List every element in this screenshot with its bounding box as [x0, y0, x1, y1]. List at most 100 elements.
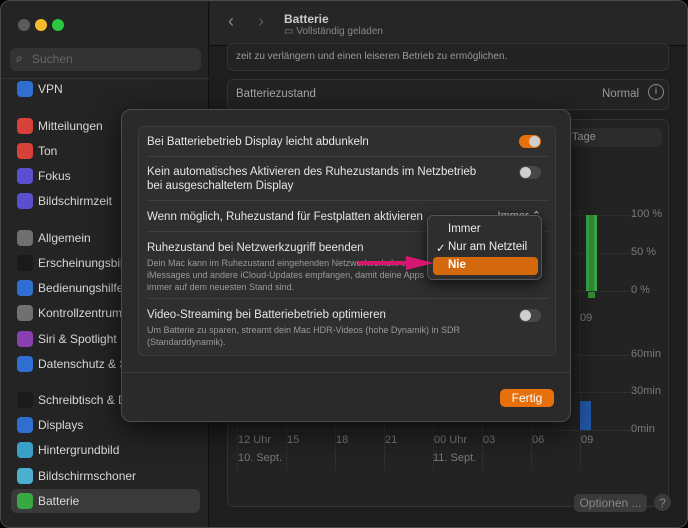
row-prevent-sleep: Kein automatisches Aktivieren des Ruhezu… [147, 157, 549, 201]
bell-icon [17, 118, 33, 134]
row-video-streaming: Video-Streaming bei Batteriebetrieb opti… [147, 299, 549, 357]
intro-text: zeit zu verlängern und einen leiseren Be… [236, 51, 508, 62]
minimize-button[interactable] [35, 19, 47, 31]
gridline [228, 430, 633, 431]
siri-icon [17, 331, 33, 347]
x-tick: 00 Uhr [434, 434, 468, 446]
help-button[interactable]: ? [654, 494, 671, 511]
sidebar-item-label: Displays [38, 418, 84, 432]
menu-label: Immer [448, 223, 481, 235]
menu-label: Nur am Netzteil [448, 241, 528, 253]
battery-health-card: Batteriezustand Normal i [227, 79, 669, 110]
health-value: Normal [602, 88, 640, 100]
sidebar-item-label: VPN [38, 82, 63, 96]
sidebar-item-label: Bedienungshilfen [38, 281, 131, 295]
vertical-gridline [580, 210, 581, 470]
sidebar-item-label: Mitteilungen [38, 119, 103, 133]
level-x-label: 09 [580, 312, 593, 324]
health-label: Batteriezustand [236, 88, 316, 100]
sidebar-item-vpn[interactable]: VPN [11, 77, 200, 101]
globe-icon [17, 81, 33, 97]
x-tick: 18 [336, 434, 349, 446]
dim-display-toggle[interactable] [519, 135, 541, 148]
toolbar: ‹ › Batterie ▭ Vollständig geladen [210, 1, 687, 46]
menu-item-immer[interactable]: Immer [433, 221, 538, 239]
segment-label: Tage [572, 131, 596, 143]
sidebar-item-label: Ton [38, 144, 58, 158]
battery-level-bar [588, 292, 595, 298]
x-tick: 06 [532, 434, 545, 446]
sidebar-item-label: Hintergrundbild [38, 443, 120, 457]
date-label: 11. Sept. [433, 452, 477, 464]
battery-status: Vollständig geladen [296, 26, 383, 37]
hand-icon [17, 356, 33, 372]
sidebar-item-hintergrundbild[interactable]: Hintergrundbild [11, 438, 200, 462]
close-button[interactable] [18, 19, 30, 31]
zoom-button[interactable] [52, 19, 64, 31]
toggles-icon [17, 305, 33, 321]
level-tick: 50 % [631, 246, 657, 258]
x-tick: 09 [581, 434, 594, 446]
settings-window: ⌕ Suchen VPN Mitteilungen Ton Fokus Bildschir… [0, 0, 688, 528]
row-dim-display: Bei Batteriebetrieb Display leicht abdun… [147, 127, 549, 157]
appearance-icon [17, 255, 33, 271]
page-title: Batterie [284, 12, 329, 26]
prevent-sleep-toggle[interactable] [519, 166, 541, 179]
sidebar-item-label: Bildschirmschoner [38, 469, 137, 483]
row-description: Um Batterie zu sparen, streamt dein Mac … [147, 325, 460, 347]
sidebar-item-label: Erscheinungsbild [38, 256, 130, 270]
x-tick: 12 Uhr [238, 434, 272, 446]
info-icon[interactable]: i [648, 84, 664, 100]
battery-icon [17, 493, 33, 509]
date-label: 10. Sept. [238, 452, 283, 464]
flower-icon [17, 442, 33, 458]
speaker-icon [17, 143, 33, 159]
level-tick: 100 % [631, 208, 663, 220]
sidebar-item-label: Allgemein [38, 231, 91, 245]
dock-icon [17, 392, 33, 408]
search-input[interactable]: ⌕ Suchen [10, 48, 201, 71]
checkmark-icon: ✓ [436, 243, 446, 255]
gear-icon [17, 230, 33, 246]
level-tick: 0 % [631, 284, 650, 296]
row-title: Kein automatisches Aktivieren des Ruhezu… [147, 166, 477, 192]
intro-card: zeit zu verlängern und einen leiseren Be… [227, 43, 669, 71]
segment-tage[interactable]: Tage [568, 128, 662, 147]
forward-button[interactable]: › [258, 11, 264, 32]
video-streaming-toggle[interactable] [519, 309, 541, 322]
search-placeholder: Suchen [32, 52, 73, 66]
sidebar-item-label: Fokus [38, 169, 71, 183]
sidebar-item-label: Kontrollzentrum [38, 306, 123, 320]
sidebar-item-label: Siri & Spotlight [38, 332, 117, 346]
screen-usage-bar [580, 401, 591, 430]
battery-level-bar [586, 215, 597, 291]
sidebar-item-label: Batterie [38, 494, 80, 508]
menu-label: Nie [448, 259, 466, 271]
back-button[interactable]: ‹ [228, 11, 234, 32]
x-tick: 21 [385, 434, 398, 446]
menu-item-nie[interactable]: Nie [433, 257, 538, 275]
row-title: Bei Batteriebetrieb Display leicht abdun… [147, 136, 369, 148]
menu-item-nur-am-netzteil[interactable]: ✓ Nur am Netzteil [433, 239, 538, 257]
sidebar-item-batterie[interactable]: Batterie [11, 489, 200, 513]
search-icon: ⌕ [16, 51, 23, 65]
options-button[interactable]: Optionen ... [574, 494, 647, 512]
usage-tick: 30min [631, 385, 661, 397]
done-button[interactable]: Fertig [500, 389, 554, 407]
page-subtitle: ▭ Vollständig geladen [284, 26, 383, 37]
popup-menu: Immer ✓ Nur am Netzteil Nie [427, 215, 542, 280]
usage-tick: 60min [631, 348, 661, 360]
sidebar-item-bildschirmschoner[interactable]: Bildschirmschoner [11, 464, 200, 488]
sidebar-item-label: Bildschirmzeit [38, 194, 113, 208]
row-title: Video-Streaming bei Batteriebetrieb opti… [147, 309, 386, 321]
divider [122, 372, 570, 373]
x-tick: 03 [483, 434, 496, 446]
usage-tick: 0min [631, 423, 655, 435]
sun-icon [17, 417, 33, 433]
x-tick: 15 [287, 434, 300, 446]
annotation-arrow-icon [358, 256, 434, 270]
hourglass-icon [17, 193, 33, 209]
accessibility-icon [17, 280, 33, 296]
screensaver-icon [17, 468, 33, 484]
moon-icon [17, 168, 33, 184]
